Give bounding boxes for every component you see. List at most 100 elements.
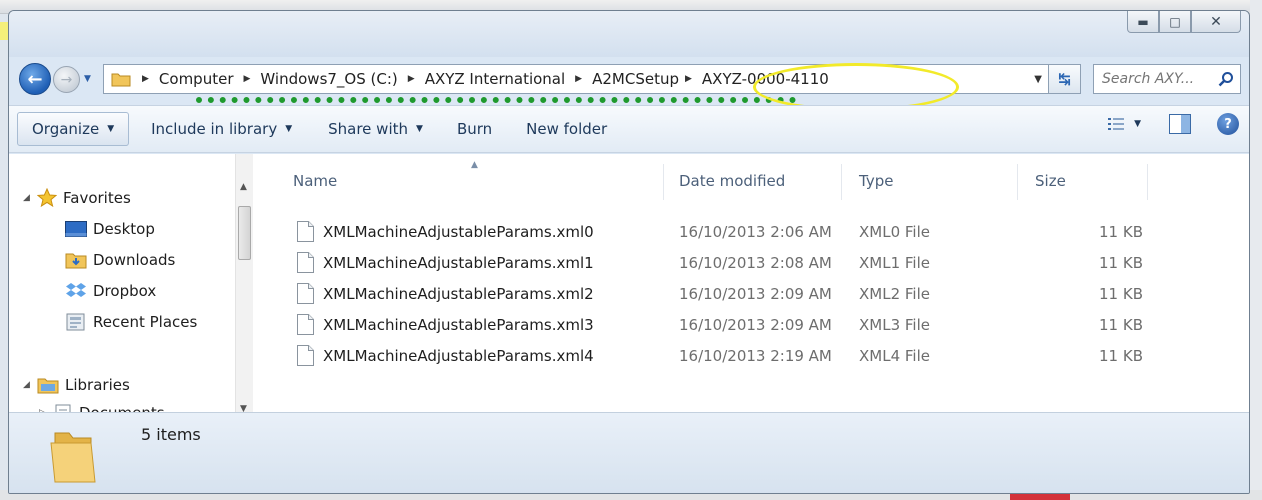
file-type: XML1 File bbox=[859, 253, 930, 272]
breadcrumb-separator-icon[interactable]: ▶ bbox=[244, 74, 251, 84]
breadcrumb-a2mcsetup[interactable]: ▶ A2MCSetup bbox=[565, 70, 679, 88]
nav-item-desktop[interactable]: Desktop bbox=[65, 220, 155, 238]
file-row[interactable]: XMLMachineAdjustableParams.xml3 16/10/20… bbox=[289, 309, 1149, 340]
file-size: 11 KB bbox=[1099, 346, 1143, 365]
breadcrumb-separator-icon[interactable]: ▶ bbox=[685, 74, 692, 84]
file-date: 16/10/2013 2:19 AM bbox=[679, 346, 832, 365]
search-input[interactable] bbox=[1102, 71, 1212, 87]
navigation-pane: ◢ Favorites Desktop Downloads Dropbox Re… bbox=[9, 154, 259, 412]
nav-libraries[interactable]: ◢ Libraries bbox=[23, 376, 130, 394]
title-bar: ▬ □ ✕ bbox=[9, 11, 1249, 57]
file-size: 11 KB bbox=[1099, 284, 1143, 303]
navigation-pane-scrollbar[interactable]: ▲ ▼ bbox=[235, 154, 253, 412]
column-divider[interactable] bbox=[1147, 164, 1148, 200]
file-name: XMLMachineAdjustableParams.xml1 bbox=[323, 253, 594, 272]
preview-pane-button[interactable] bbox=[1169, 114, 1191, 134]
change-view-button[interactable]: ▼ bbox=[1108, 117, 1141, 131]
column-divider[interactable] bbox=[1017, 164, 1018, 200]
breadcrumb-separator-icon[interactable]: ▶ bbox=[408, 74, 415, 84]
file-name: XMLMachineAdjustableParams.xml3 bbox=[323, 315, 594, 334]
column-header-size[interactable]: Size bbox=[1035, 172, 1066, 190]
file-row[interactable]: XMLMachineAdjustableParams.xml4 16/10/20… bbox=[289, 340, 1149, 371]
documents-icon bbox=[53, 404, 73, 412]
nav-item-downloads[interactable]: Downloads bbox=[65, 251, 175, 269]
file-size: 11 KB bbox=[1099, 253, 1143, 272]
annotation-green-underline bbox=[196, 97, 796, 103]
file-icon bbox=[297, 314, 314, 339]
close-button[interactable]: ✕ bbox=[1191, 11, 1241, 33]
star-icon bbox=[37, 188, 57, 207]
desktop-icon bbox=[65, 221, 87, 237]
file-type: XML3 File bbox=[859, 315, 930, 334]
background-right-edge bbox=[1250, 0, 1262, 500]
share-with-button[interactable]: Share with ▼ bbox=[316, 112, 435, 146]
file-row[interactable]: XMLMachineAdjustableParams.xml1 16/10/20… bbox=[289, 247, 1149, 278]
scrollbar-thumb[interactable] bbox=[238, 206, 251, 260]
scroll-up-icon[interactable]: ▲ bbox=[240, 182, 247, 192]
forward-arrow-icon: → bbox=[60, 71, 73, 88]
address-history-dropdown[interactable]: ▼ bbox=[1034, 74, 1042, 85]
recent-places-icon bbox=[65, 313, 87, 331]
libraries-icon bbox=[37, 376, 59, 394]
minimize-button[interactable]: ▬ bbox=[1127, 11, 1159, 33]
back-button[interactable]: ← bbox=[19, 63, 51, 95]
scroll-down-icon[interactable]: ▼ bbox=[240, 404, 247, 412]
annotation-yellow-circle bbox=[753, 63, 959, 111]
item-count: 5 items bbox=[141, 425, 201, 444]
burn-button[interactable]: Burn bbox=[445, 112, 504, 146]
chevron-down-icon: ▼ bbox=[416, 124, 423, 134]
collapse-arrow-icon[interactable]: ◢ bbox=[23, 193, 37, 203]
search-box[interactable] bbox=[1093, 64, 1241, 94]
column-divider[interactable] bbox=[663, 164, 664, 200]
file-name: XMLMachineAdjustableParams.xml2 bbox=[323, 284, 594, 303]
file-list: ▲ Name Date modified Type Size XMLMachin… bbox=[259, 154, 1249, 412]
nav-item-documents[interactable]: ▷ Documents bbox=[39, 404, 165, 412]
file-row[interactable]: XMLMachineAdjustableParams.xml2 16/10/20… bbox=[289, 278, 1149, 309]
breadcrumb-drive[interactable]: ▶ Windows7_OS (C:) bbox=[234, 70, 398, 88]
file-row[interactable]: XMLMachineAdjustableParams.xml0 16/10/20… bbox=[289, 216, 1149, 247]
nav-item-recent-places[interactable]: Recent Places bbox=[65, 313, 197, 331]
help-button[interactable]: ? bbox=[1217, 113, 1239, 135]
explorer-window: ▬ □ ✕ ← → ▼ ▶ Computer ▶ Windows7_OS (C:… bbox=[8, 10, 1250, 494]
organize-button[interactable]: Organize ▼ bbox=[17, 112, 130, 146]
file-type: XML4 File bbox=[859, 346, 930, 365]
refresh-button[interactable]: ↹ bbox=[1049, 64, 1081, 94]
navigation-bar: ← → ▼ ▶ Computer ▶ Windows7_OS (C:) ▶ AX… bbox=[9, 61, 1249, 99]
chevron-down-icon: ▼ bbox=[107, 124, 115, 134]
nav-item-dropbox[interactable]: Dropbox bbox=[65, 282, 156, 300]
maximize-button[interactable]: □ bbox=[1159, 11, 1191, 33]
maximize-icon: □ bbox=[1169, 14, 1181, 29]
caption-buttons: ▬ □ ✕ bbox=[1127, 11, 1241, 33]
help-icon: ? bbox=[1224, 116, 1232, 132]
column-divider[interactable] bbox=[841, 164, 842, 200]
close-icon: ✕ bbox=[1210, 13, 1222, 30]
file-icon bbox=[297, 345, 314, 370]
new-folder-button[interactable]: New folder bbox=[514, 112, 619, 146]
breadcrumb-separator-icon[interactable]: ▶ bbox=[575, 74, 582, 84]
folder-icon bbox=[110, 70, 132, 88]
recent-pages-dropdown[interactable]: ▼ bbox=[84, 74, 91, 84]
breadcrumb-separator-icon[interactable]: ▶ bbox=[142, 74, 149, 84]
dropbox-icon bbox=[65, 282, 87, 300]
column-header-name[interactable]: Name bbox=[293, 172, 337, 190]
chevron-down-icon: ▼ bbox=[285, 124, 293, 134]
refresh-icon: ↹ bbox=[1058, 70, 1071, 88]
column-header-type[interactable]: Type bbox=[859, 172, 893, 190]
minimize-icon: ▬ bbox=[1137, 14, 1149, 29]
file-size: 11 KB bbox=[1099, 315, 1143, 334]
breadcrumb-computer[interactable]: ▶ Computer bbox=[138, 70, 234, 88]
collapse-arrow-icon[interactable]: ◢ bbox=[23, 380, 37, 390]
toolbar-right-group: ▼ ? bbox=[1108, 113, 1239, 135]
file-type: XML2 File bbox=[859, 284, 930, 303]
file-date: 16/10/2013 2:09 AM bbox=[679, 284, 832, 303]
column-header-date-modified[interactable]: Date modified bbox=[679, 172, 785, 190]
forward-button[interactable]: → bbox=[53, 66, 80, 93]
chevron-down-icon: ▼ bbox=[1134, 119, 1141, 129]
search-icon[interactable] bbox=[1218, 71, 1234, 91]
file-type: XML0 File bbox=[859, 222, 930, 241]
include-in-library-button[interactable]: Include in library ▼ bbox=[139, 112, 304, 146]
nav-favorites[interactable]: ◢ Favorites bbox=[23, 188, 131, 207]
file-name: XMLMachineAdjustableParams.xml4 bbox=[323, 346, 594, 365]
breadcrumb-axyz-international[interactable]: ▶ AXYZ International bbox=[398, 70, 565, 88]
content-area: ◢ Favorites Desktop Downloads Dropbox Re… bbox=[9, 154, 1249, 412]
